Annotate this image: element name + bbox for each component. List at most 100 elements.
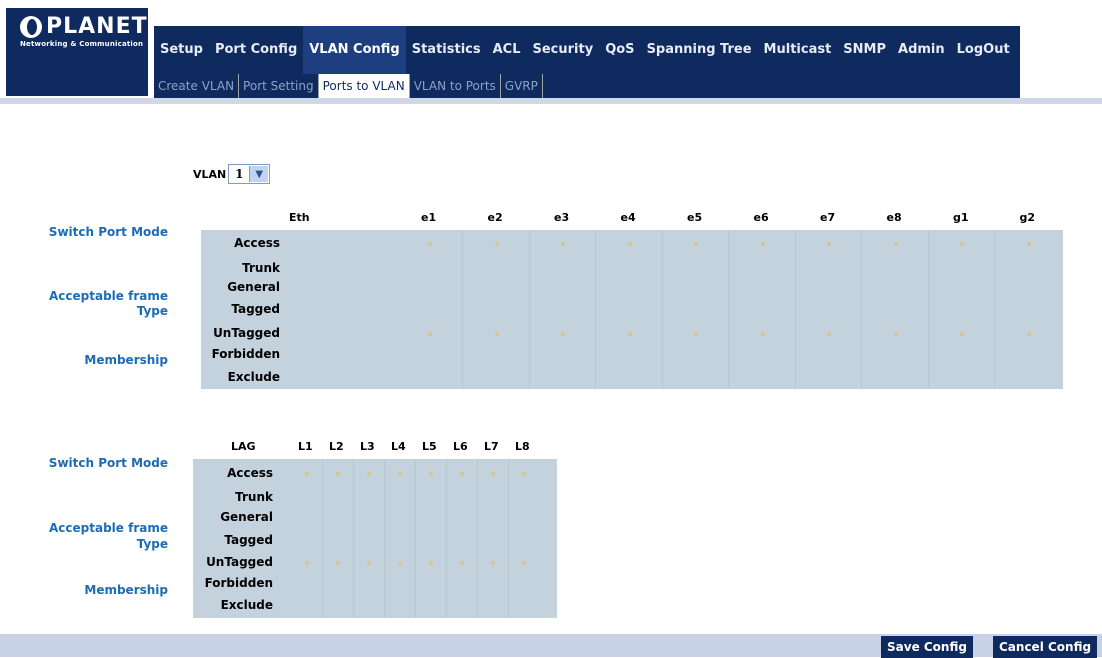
port-header-L5: L5 bbox=[422, 440, 437, 453]
radio-untagged-L7[interactable] bbox=[491, 561, 495, 565]
column-divider bbox=[661, 230, 663, 389]
switch-port-mode-label: Switch Port Mode bbox=[48, 225, 168, 239]
radio-untagged-e1[interactable] bbox=[428, 332, 432, 336]
nav-admin[interactable]: Admin bbox=[892, 26, 951, 74]
radio-access-L8[interactable] bbox=[522, 472, 526, 476]
save-config-button[interactable]: Save Config bbox=[881, 636, 973, 658]
port-header-L6: L6 bbox=[453, 440, 468, 453]
nav-acl[interactable]: ACL bbox=[487, 26, 527, 74]
port-header-e7: e7 bbox=[820, 211, 836, 224]
port-header-L8: L8 bbox=[515, 440, 530, 453]
radio-access-g2[interactable] bbox=[1026, 242, 1031, 246]
port-header-e6: e6 bbox=[753, 211, 769, 224]
nav-setup[interactable]: Setup bbox=[154, 26, 209, 74]
radio-untagged-L6[interactable] bbox=[460, 561, 464, 565]
row-label-untagged: UnTagged bbox=[206, 555, 273, 569]
nav-statistics[interactable]: Statistics bbox=[406, 26, 487, 74]
row-label-access: Access bbox=[234, 236, 280, 250]
radio-access-L7[interactable] bbox=[491, 472, 495, 476]
port-header-e4: e4 bbox=[620, 211, 636, 224]
membership-label: Membership bbox=[84, 353, 168, 367]
port-header-L4: L4 bbox=[391, 440, 406, 453]
column-divider bbox=[383, 459, 385, 618]
port-header-g2: g2 bbox=[1019, 211, 1036, 224]
radio-access-e4[interactable] bbox=[627, 242, 632, 246]
nav-snmp[interactable]: SNMP bbox=[837, 26, 892, 74]
radio-access-g1[interactable] bbox=[960, 242, 964, 246]
radio-access-e2[interactable] bbox=[494, 242, 499, 246]
brand-box: PLANET Networking & Communication bbox=[6, 8, 148, 96]
radio-access-L1[interactable] bbox=[305, 472, 309, 476]
radio-untagged-e8[interactable] bbox=[893, 332, 898, 336]
radio-untagged-e7[interactable] bbox=[827, 332, 831, 336]
nav-security[interactable]: Security bbox=[527, 26, 600, 74]
radio-untagged-L3[interactable] bbox=[367, 561, 371, 565]
radio-access-L6[interactable] bbox=[460, 472, 464, 476]
nav-multicast[interactable]: Multicast bbox=[758, 26, 838, 74]
acceptable-frame-label: Acceptable frame bbox=[49, 289, 168, 303]
planet-logo: PLANET bbox=[20, 14, 148, 39]
radio-untagged-L2[interactable] bbox=[336, 561, 340, 565]
radio-access-e6[interactable] bbox=[760, 242, 765, 246]
subnav-vlan-to-ports[interactable]: VLAN to Ports bbox=[410, 74, 501, 98]
chevron-down-icon[interactable]: ▼ bbox=[249, 166, 269, 182]
sub-nav: Create VLAN Port Setting Ports to VLAN V… bbox=[154, 74, 1020, 98]
radio-untagged-g2[interactable] bbox=[1026, 332, 1031, 336]
port-header-e1: e1 bbox=[421, 211, 437, 224]
nav-spanning-tree[interactable]: Spanning Tree bbox=[641, 26, 758, 74]
type-label: Type bbox=[136, 537, 168, 551]
column-divider bbox=[476, 459, 478, 618]
radio-untagged-L8[interactable] bbox=[522, 561, 526, 565]
radio-access-L4[interactable] bbox=[398, 472, 402, 476]
radio-access-L5[interactable] bbox=[429, 472, 433, 476]
column-divider bbox=[445, 459, 447, 618]
radio-untagged-g1[interactable] bbox=[960, 332, 964, 336]
column-divider bbox=[321, 459, 323, 618]
radio-untagged-e2[interactable] bbox=[494, 332, 499, 336]
radio-untagged-e4[interactable] bbox=[627, 332, 632, 336]
nav-logout[interactable]: LogOut bbox=[951, 26, 1016, 74]
port-header-L3: L3 bbox=[360, 440, 375, 453]
radio-access-e1[interactable] bbox=[428, 242, 432, 246]
radio-untagged-e6[interactable] bbox=[760, 332, 765, 336]
radio-untagged-L5[interactable] bbox=[429, 561, 433, 565]
radio-untagged-e5[interactable] bbox=[694, 332, 698, 336]
subnav-create-vlan[interactable]: Create VLAN bbox=[154, 74, 240, 98]
subnav-ports-to-vlan[interactable]: Ports to VLAN bbox=[318, 74, 410, 98]
subnav-port-setting[interactable]: Port Setting bbox=[239, 74, 319, 98]
column-divider bbox=[927, 230, 929, 389]
column-divider bbox=[595, 230, 597, 389]
column-divider bbox=[507, 459, 509, 618]
column-divider bbox=[528, 230, 530, 389]
brand-tagline: Networking & Communication bbox=[20, 40, 144, 48]
row-label-general: General bbox=[227, 280, 280, 294]
port-header-L2: L2 bbox=[329, 440, 344, 453]
radio-access-e8[interactable] bbox=[893, 242, 898, 246]
cancel-config-button[interactable]: Cancel Config bbox=[993, 636, 1098, 658]
radio-access-e7[interactable] bbox=[827, 242, 831, 246]
port-header-e5: e5 bbox=[687, 211, 703, 224]
row-label-trunk: Trunk bbox=[235, 490, 273, 504]
radio-untagged-L1[interactable] bbox=[305, 561, 309, 565]
brand-name: PLANET bbox=[46, 14, 148, 39]
radio-untagged-e3[interactable] bbox=[561, 332, 565, 336]
vlan-label: VLAN bbox=[193, 167, 227, 181]
switch-port-mode-label: Switch Port Mode bbox=[48, 456, 168, 470]
subnav-gvrp[interactable]: GVRP bbox=[501, 74, 543, 98]
vlan-select[interactable]: 1 ▼ bbox=[228, 164, 271, 184]
row-label-forbidden: Forbidden bbox=[204, 576, 273, 590]
radio-access-L3[interactable] bbox=[367, 472, 371, 476]
port-header-L1: L1 bbox=[298, 440, 313, 453]
radio-access-L2[interactable] bbox=[336, 472, 340, 476]
column-divider bbox=[794, 230, 796, 389]
nav-port-config[interactable]: Port Config bbox=[209, 26, 303, 74]
table-title: Eth bbox=[289, 211, 310, 224]
radio-untagged-L4[interactable] bbox=[398, 561, 402, 565]
nav-qos[interactable]: QoS bbox=[599, 26, 640, 74]
nav-vlan-config[interactable]: VLAN Config bbox=[303, 26, 406, 74]
radio-access-e3[interactable] bbox=[561, 242, 565, 246]
row-label-exclude: Exclude bbox=[227, 370, 280, 384]
radio-access-e5[interactable] bbox=[694, 242, 698, 246]
planet-logo-icon bbox=[20, 15, 42, 38]
port-header-e8: e8 bbox=[886, 211, 902, 224]
